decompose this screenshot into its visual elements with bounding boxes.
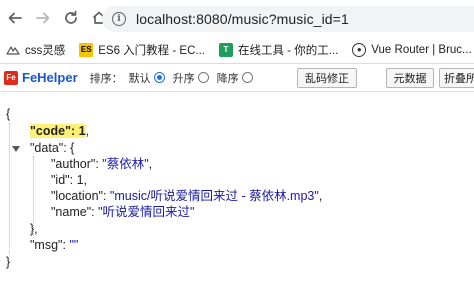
json-value-code[interactable]: 1 bbox=[78, 124, 86, 138]
json-value-author[interactable]: "蔡依林" bbox=[102, 157, 148, 171]
browser-toolbar: i localhost:8080/music?music_id=1 bbox=[0, 0, 474, 36]
json-row-msg: "msg": "" bbox=[30, 238, 79, 252]
sort-asc-label: 升序 bbox=[172, 72, 195, 85]
json-value-name[interactable]: "听说爱情回来过" bbox=[98, 205, 194, 219]
json-key-id[interactable]: "id" bbox=[51, 173, 70, 187]
bookmark-label: ES6 入门教程 - EC... bbox=[98, 44, 205, 57]
json-data-open-brace: { bbox=[70, 141, 75, 155]
json-key-code[interactable]: "code" bbox=[30, 124, 72, 138]
es6-icon: ES bbox=[79, 42, 94, 57]
forward-arrow-icon bbox=[36, 12, 50, 24]
raw-data-button[interactable]: 元数据 bbox=[386, 68, 434, 88]
json-key-data[interactable]: "data" bbox=[30, 141, 63, 155]
sort-label: 排序： bbox=[89, 72, 123, 85]
site-info-icon[interactable]: i bbox=[112, 12, 126, 26]
bookmark-label: css灵感 bbox=[25, 44, 66, 57]
json-close-brace: } bbox=[6, 255, 11, 269]
sort-desc-radio[interactable] bbox=[241, 72, 253, 83]
address-url[interactable]: localhost:8080/music?music_id=1 bbox=[136, 11, 349, 27]
bookmarks-bar: css灵感 ES ES6 入门教程 - EC... T 在线工具 - 你的工..… bbox=[0, 36, 474, 64]
json-row-code: "code": 1, bbox=[30, 124, 90, 138]
fehelper-logo: Fe FeHelper bbox=[4, 70, 78, 85]
css-icon bbox=[6, 43, 20, 57]
tool-icon: T bbox=[218, 42, 233, 57]
json-key-name[interactable]: "name" bbox=[51, 205, 91, 219]
bookmark-es6[interactable]: ES ES6 入门教程 - EC... bbox=[79, 42, 205, 58]
json-row-location: "location": "music/听说爱情回来过 - 蔡依林.mp3", bbox=[51, 189, 323, 203]
reload-icon bbox=[65, 10, 77, 24]
json-key-msg[interactable]: "msg" bbox=[30, 238, 63, 252]
back-arrow-icon bbox=[8, 12, 22, 24]
indent-guide bbox=[9, 123, 10, 254]
fold-all-button[interactable]: 折叠所 bbox=[439, 68, 474, 88]
collapse-toggle-icon[interactable] bbox=[12, 146, 20, 152]
sort-default-label: 默认 bbox=[128, 72, 151, 85]
fehelper-name: FeHelper bbox=[22, 70, 78, 85]
bookmark-css[interactable]: css灵感 bbox=[6, 42, 65, 58]
fehelper-toolbar: Fe FeHelper 排序： 默认 升序 降序 乱码修正 元数据 折叠所 bbox=[0, 64, 474, 92]
sort-asc-radio[interactable] bbox=[197, 72, 209, 83]
json-row-id: "id": 1, bbox=[51, 173, 87, 187]
bookmark-label: 在线工具 - 你的工... bbox=[237, 44, 339, 57]
json-row-author: "author": "蔡依林", bbox=[51, 157, 153, 171]
json-key-author[interactable]: "author" bbox=[51, 157, 95, 171]
sort-default-option[interactable]: 默认 bbox=[129, 70, 165, 86]
sort-desc-option[interactable]: 降序 bbox=[217, 70, 253, 86]
json-value-msg[interactable]: "" bbox=[69, 238, 78, 252]
bookmark-vue-router[interactable]: ● Vue Router | Bruc... bbox=[352, 42, 472, 57]
json-value-location[interactable]: "music/听说爱情回来过 - 蔡依林.mp3" bbox=[110, 189, 319, 203]
bookmark-tools[interactable]: T 在线工具 - 你的工... bbox=[218, 42, 339, 58]
json-viewer: { "code": 1, "data": { "author": "蔡依林", … bbox=[0, 92, 474, 284]
encoding-fix-button[interactable]: 乱码修正 bbox=[297, 68, 357, 88]
json-row-name: "name": "听说爱情回来过" bbox=[51, 205, 195, 219]
address-bar[interactable]: i localhost:8080/music?music_id=1 bbox=[102, 6, 474, 32]
forward-button[interactable] bbox=[30, 5, 56, 31]
bookmark-label: Vue Router | Bruc... bbox=[371, 43, 472, 56]
back-button[interactable] bbox=[2, 5, 28, 31]
json-value-id[interactable]: 1 bbox=[77, 173, 84, 187]
json-key-location[interactable]: "location" bbox=[51, 189, 103, 203]
reload-button[interactable] bbox=[58, 5, 84, 31]
json-data-close-brace: }, bbox=[30, 222, 38, 236]
json-row-data: "data": { bbox=[30, 141, 75, 155]
fehelper-icon: Fe bbox=[4, 70, 18, 85]
vue-router-icon: ● bbox=[352, 42, 367, 57]
sort-default-radio[interactable] bbox=[153, 72, 165, 83]
json-open-brace: { bbox=[6, 107, 11, 121]
sort-asc-option[interactable]: 升序 bbox=[173, 70, 209, 86]
sort-desc-label: 降序 bbox=[216, 72, 239, 85]
